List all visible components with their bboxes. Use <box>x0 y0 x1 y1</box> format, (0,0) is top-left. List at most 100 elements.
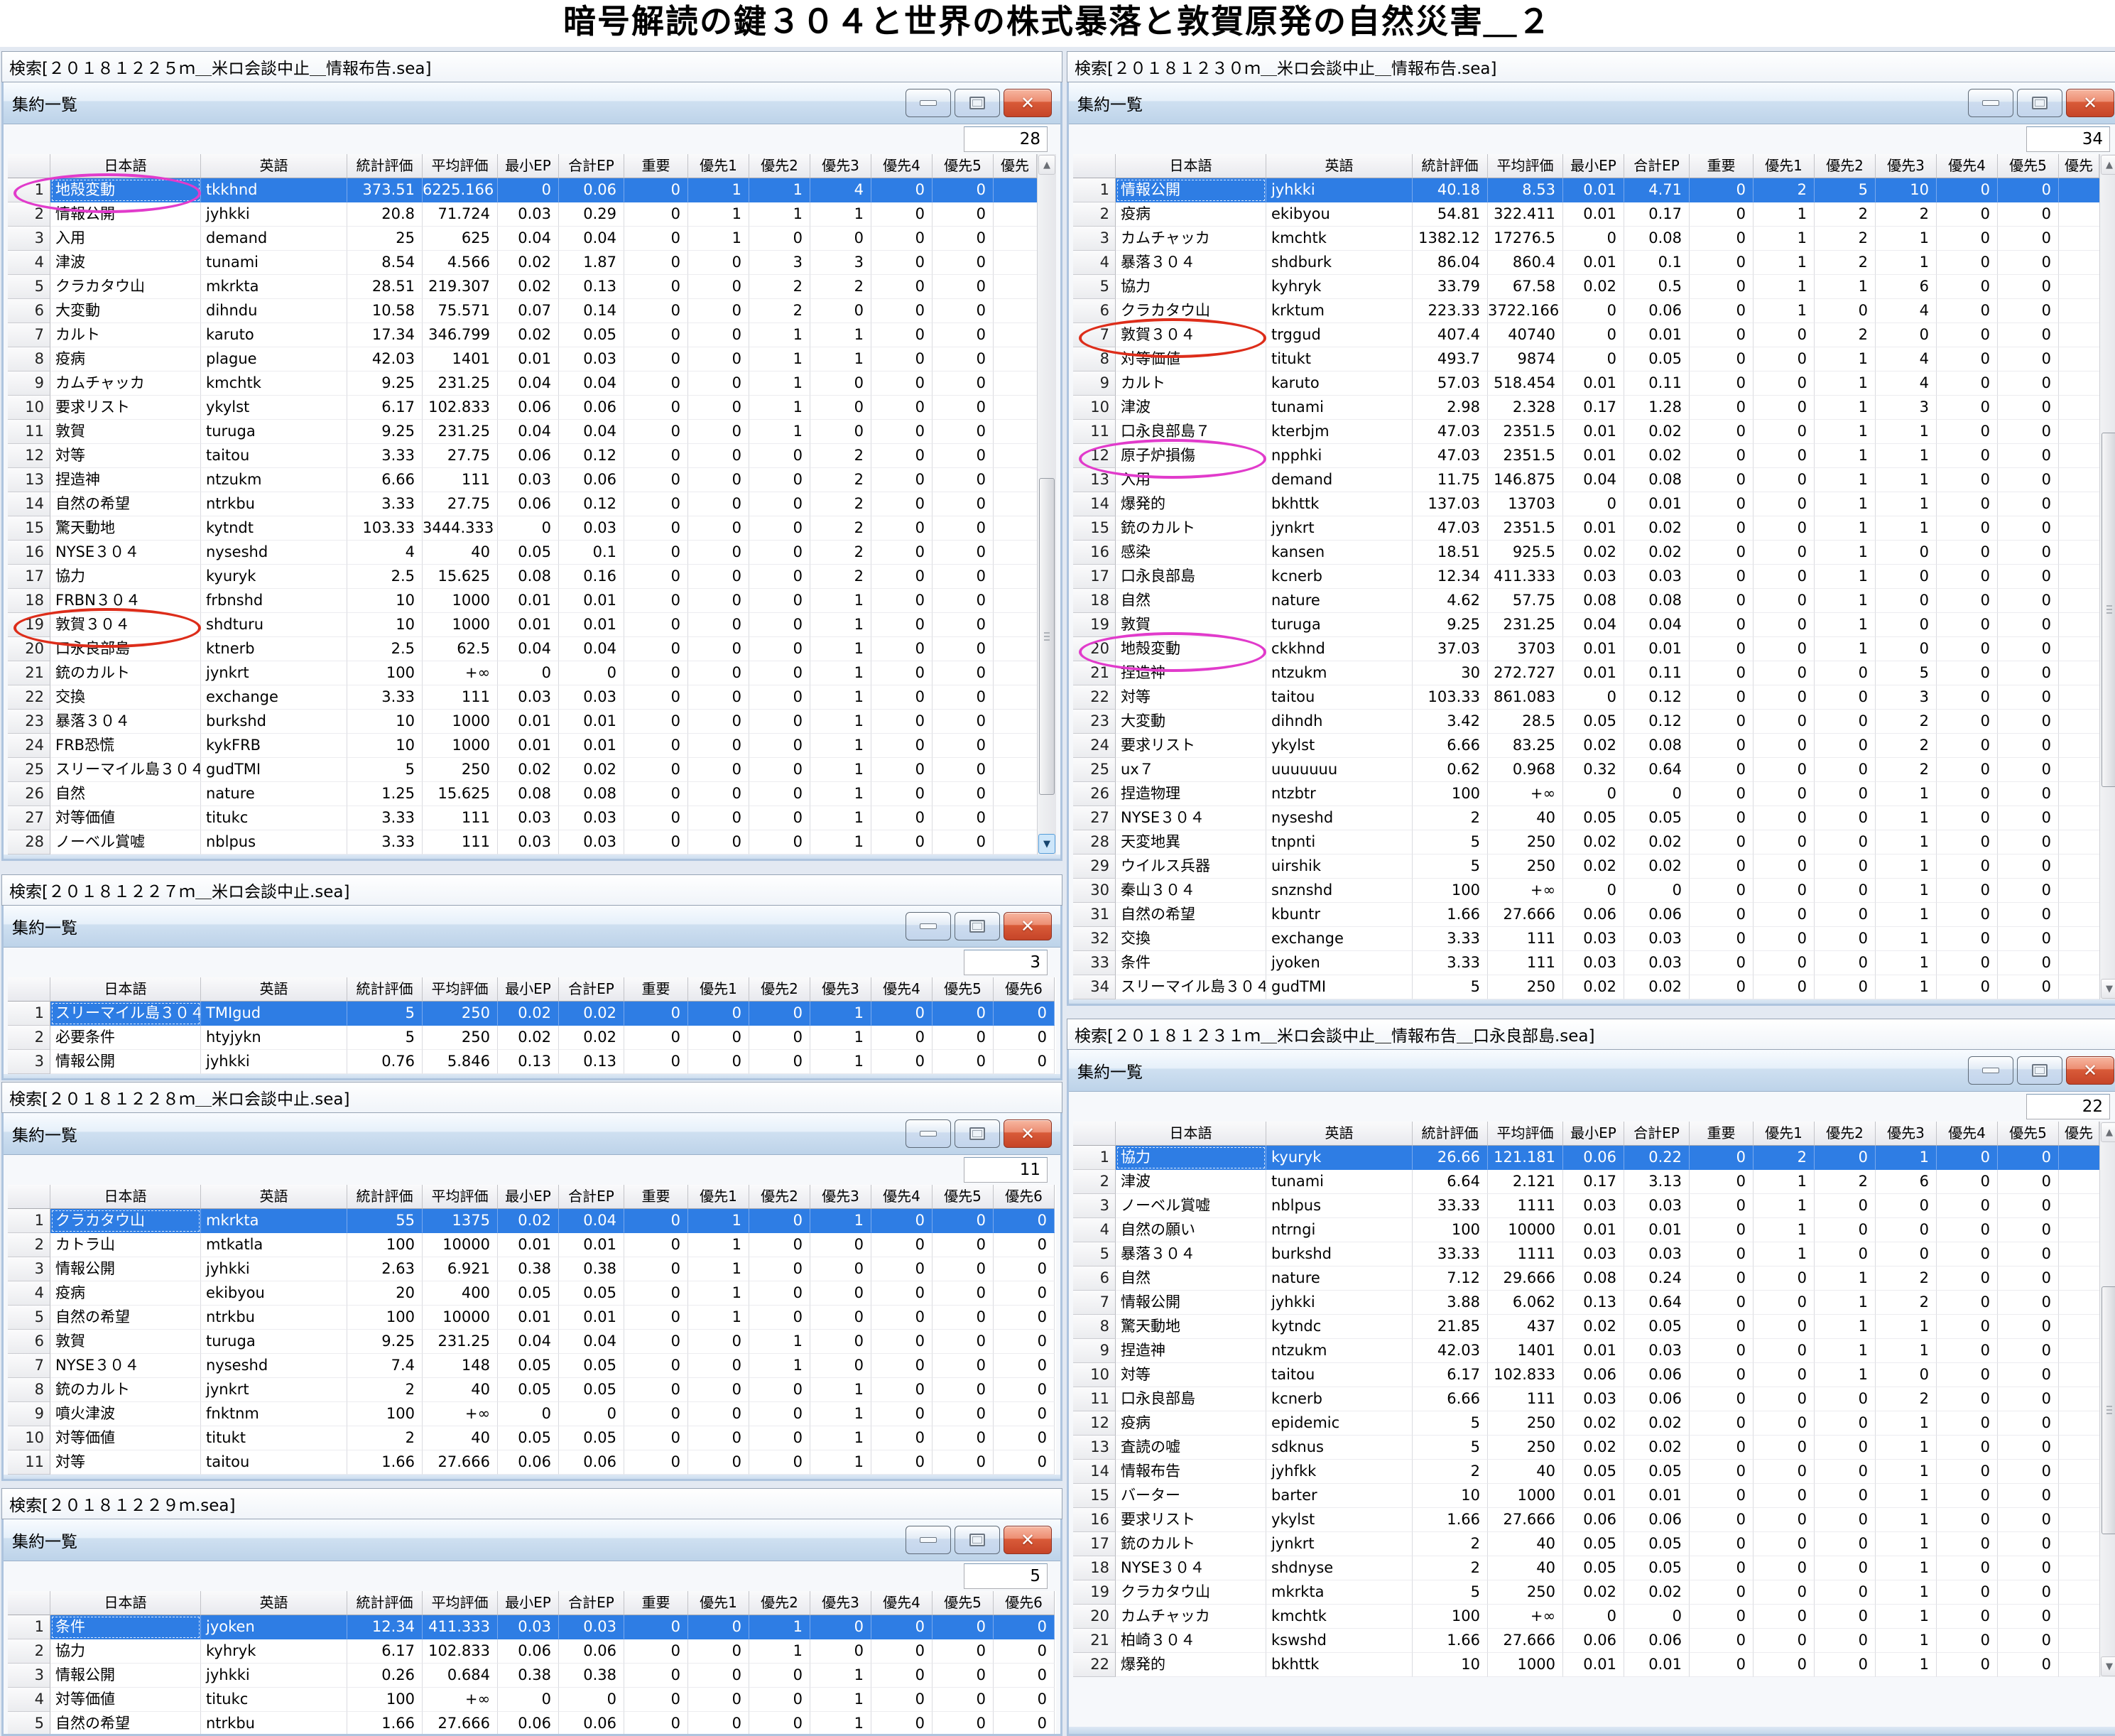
column-header[interactable]: 優先6 <box>994 977 1055 1002</box>
column-header[interactable]: 優先5 <box>933 1185 994 1209</box>
table-row[interactable]: 21銃のカルトjynkrt100+∞00000100 <box>8 661 1037 685</box>
table-row[interactable]: 27対等価値titukc3.331110.030.03000100 <box>8 806 1037 830</box>
column-header[interactable]: 優先1 <box>1754 154 1815 178</box>
table-row[interactable]: 8驚天動地kytndc21.854370.020.05001100 <box>1073 1315 2099 1339</box>
table-row[interactable]: 5自然の希望ntrkbu100100000.010.010100000 <box>8 1306 1056 1330</box>
column-header[interactable]: 統計評価 <box>347 154 423 178</box>
table-row[interactable]: 24要求リストykylst6.6683.250.020.08000200 <box>1073 734 2099 758</box>
list-window-titlebar[interactable]: 集約一覧✕ <box>4 906 1060 948</box>
column-header[interactable]: 英語 <box>201 1591 347 1615</box>
column-header[interactable]: 平均評価 <box>1488 1122 1563 1146</box>
column-header[interactable]: 統計評価 <box>347 1185 423 1209</box>
column-header[interactable]: 優先3 <box>1876 1122 1937 1146</box>
close-button[interactable]: ✕ <box>1004 1119 1052 1148</box>
table-row[interactable]: 3ノーベル賞嘘nblpus33.3311110.030.03010000 <box>1073 1194 2099 1218</box>
scrollbar-thumb[interactable] <box>2102 1286 2115 1534</box>
column-header[interactable]: 重要 <box>624 1591 688 1615</box>
minimize-button[interactable] <box>906 89 951 117</box>
column-header[interactable]: 英語 <box>201 977 347 1002</box>
table-row[interactable]: 10対等価値titukt2400.050.050001000 <box>8 1426 1056 1450</box>
table-row[interactable]: 4疫病ekibyou204000.050.050100000 <box>8 1281 1056 1306</box>
table-row[interactable]: 28天変地異tnpnti52500.020.02000100 <box>1073 830 2099 855</box>
table-row[interactable]: 15銃のカルトjynkrt47.032351.50.010.02001100 <box>1073 516 2099 541</box>
maximize-button[interactable] <box>955 1526 1000 1554</box>
column-header[interactable]: 優先2 <box>749 977 810 1002</box>
column-header[interactable]: 重要 <box>624 154 688 178</box>
list-window-titlebar[interactable]: 集約一覧✕ <box>1069 82 2115 124</box>
column-header[interactable]: 優先3 <box>810 977 871 1002</box>
table-row[interactable]: 20カムチャッカkmchtk100+∞00000100 <box>1073 1605 2099 1629</box>
column-header[interactable]: 英語 <box>1266 154 1413 178</box>
table-row[interactable]: 14爆発的bkhttk137.031370300.01001100 <box>1073 492 2099 516</box>
table-row[interactable]: 2疫病ekibyou54.81322.4110.010.17012200 <box>1073 202 2099 227</box>
minimize-button[interactable] <box>1968 1056 2013 1085</box>
column-header[interactable]: 最小EP <box>1563 1122 1624 1146</box>
list-window-titlebar[interactable]: 集約一覧✕ <box>4 82 1060 124</box>
table-row[interactable]: 1情報公開jyhkki40.188.530.014.710251000 <box>1073 178 2099 202</box>
table-row[interactable]: 26自然nature1.2515.6250.080.08000100 <box>8 782 1037 806</box>
column-header[interactable]: 優先2 <box>749 1591 810 1615</box>
column-header[interactable]: 優先5 <box>933 154 994 178</box>
column-header[interactable]: 英語 <box>201 1185 347 1209</box>
result-count-box[interactable]: 3 <box>964 950 1048 975</box>
column-header[interactable]: 優先5 <box>1998 154 2059 178</box>
column-header[interactable]: 優先1 <box>688 1185 749 1209</box>
search-window-titlebar[interactable]: 検索[２０１８１２２９ｍ.sea] <box>1 1488 1062 1519</box>
close-button[interactable]: ✕ <box>1004 89 1052 117</box>
table-row[interactable]: 9カムチャッカkmchtk9.25231.250.040.04001000 <box>8 371 1037 396</box>
table-row[interactable]: 3情報公開jyhkki0.765.8460.130.130001000 <box>8 1050 1056 1074</box>
column-header[interactable]: 優先 <box>2059 1122 2099 1146</box>
maximize-button[interactable] <box>955 912 1000 940</box>
close-button[interactable]: ✕ <box>2066 89 2114 117</box>
table-row[interactable]: 13入用demand11.75146.8750.040.08001100 <box>1073 468 2099 492</box>
table-row[interactable]: 13査読の嘘sdknus52500.020.02000100 <box>1073 1436 2099 1460</box>
table-row[interactable]: 18自然nature4.6257.750.080.08001000 <box>1073 589 2099 613</box>
maximize-button[interactable] <box>955 1119 1000 1148</box>
column-header[interactable]: 合計EP <box>1624 154 1690 178</box>
column-header[interactable]: 統計評価 <box>347 977 423 1002</box>
column-header[interactable]: 優先2 <box>749 154 810 178</box>
table-row[interactable]: 5自然の希望ntrkbu1.6627.6660.060.060001000 <box>8 1712 1056 1736</box>
column-header[interactable]: 最小EP <box>498 1591 559 1615</box>
column-header[interactable]: 優先1 <box>688 1591 749 1615</box>
table-row[interactable]: 16NYSE３０４nyseshd4400.050.1000200 <box>8 541 1037 565</box>
maximize-button[interactable] <box>955 89 1000 117</box>
table-row[interactable]: 5暴落３０４burkshd33.3311110.030.03010000 <box>1073 1242 2099 1266</box>
table-row[interactable]: 1地殻変動tkkhnd373.516225.16600.06011400 <box>8 178 1037 202</box>
table-row[interactable]: 18NYSE３０４shdnyse2400.050.05000100 <box>1073 1556 2099 1580</box>
table-row[interactable]: 9捏造神ntzukm42.0314010.010.03001100 <box>1073 1339 2099 1363</box>
minimize-button[interactable] <box>1968 89 2013 117</box>
scroll-up-button[interactable]: ▲ <box>2101 1122 2115 1142</box>
column-header[interactable]: 優先4 <box>871 1591 933 1615</box>
column-header[interactable]: 合計EP <box>559 1591 624 1615</box>
column-header[interactable]: 最小EP <box>1563 154 1624 178</box>
column-header[interactable]: 日本語 <box>50 1591 201 1615</box>
result-count-box[interactable]: 28 <box>964 126 1048 152</box>
table-row[interactable]: 6自然nature7.1229.6660.080.24001200 <box>1073 1266 2099 1291</box>
table-row[interactable]: 11敦賀turuga9.25231.250.040.04001000 <box>8 420 1037 444</box>
result-count-box[interactable]: 11 <box>964 1157 1048 1183</box>
table-row[interactable]: 13捏造神ntzukm6.661110.030.06000200 <box>8 468 1037 492</box>
table-row[interactable]: 12原子炉損傷npphki47.032351.50.010.02001100 <box>1073 444 2099 468</box>
minimize-button[interactable] <box>906 1119 951 1148</box>
table-row[interactable]: 8疫病plague42.0314010.010.03001100 <box>8 347 1037 371</box>
table-row[interactable]: 1条件jyoken12.34411.3330.030.030010000 <box>8 1615 1056 1639</box>
column-header[interactable]: 英語 <box>1266 1122 1413 1146</box>
table-row[interactable]: 22対等taitou103.33861.08300.12000300 <box>1073 685 2099 710</box>
maximize-button[interactable] <box>2017 1056 2062 1085</box>
table-row[interactable]: 11口永良部島kcnerb6.661110.030.06000200 <box>1073 1387 2099 1411</box>
table-row[interactable]: 2必要条件htyjykn52500.020.020001000 <box>8 1026 1056 1050</box>
table-row[interactable]: 3入用demand256250.040.04010000 <box>8 227 1037 251</box>
column-header[interactable]: 優先3 <box>810 1185 871 1209</box>
column-header[interactable]: 優先4 <box>871 1185 933 1209</box>
result-count-box[interactable]: 22 <box>2026 1094 2110 1119</box>
result-count-box[interactable]: 34 <box>2026 126 2110 152</box>
table-row[interactable]: 4自然の願いntrngi100100000.010.01010000 <box>1073 1218 2099 1242</box>
column-header[interactable]: 最小EP <box>498 1185 559 1209</box>
table-row[interactable]: 1クラカタウ山mkrkta5513750.020.040101000 <box>8 1209 1056 1233</box>
table-row[interactable]: 4対等価値titukc100+∞000001000 <box>8 1688 1056 1712</box>
search-window-titlebar[interactable]: 検索[２０１８１２２５ｍ＿米ロ会談中止＿情報布告.sea] <box>1 51 1062 82</box>
table-row[interactable]: 25スリーマイル島３０４gudTMI52500.020.02000100 <box>8 758 1037 782</box>
column-header[interactable]: 優先4 <box>1937 154 1998 178</box>
column-header[interactable]: 優先5 <box>933 1591 994 1615</box>
